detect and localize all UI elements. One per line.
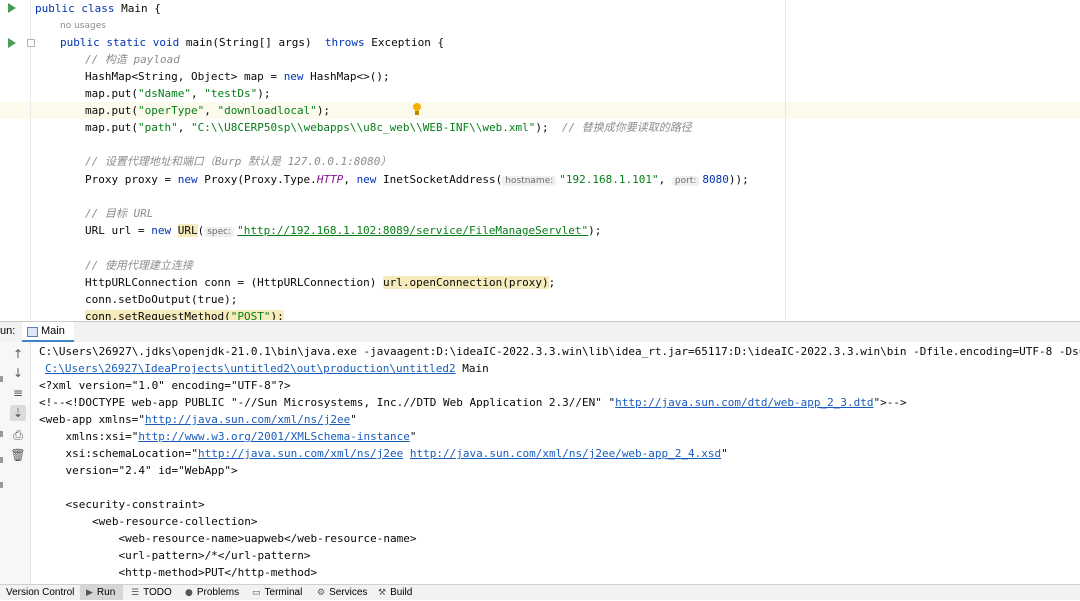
code-line-put-path: map.put("path", "C:\\U8CERP50sp\\webapps… xyxy=(85,121,692,134)
console-line: C:\Users\26927\.jdks\openjdk-21.0.1\bin\… xyxy=(39,345,1080,358)
code-line-map-new: HashMap<String, Object> map = new HashMa… xyxy=(85,70,390,83)
console-line: <url-pattern>/*</url-pattern> xyxy=(39,549,311,562)
terminal-tab[interactable]: ▭ Terminal xyxy=(252,585,302,600)
run-window-label: un: xyxy=(0,325,16,337)
classpath-link[interactable]: C:\Users\26927\IdeaProjects\untitled2\ou… xyxy=(45,362,456,375)
intention-bulb-icon[interactable] xyxy=(412,103,422,117)
console-line: <http-method>PUT</http-method> xyxy=(39,566,318,579)
tool-window-bar: Version Control ▶ Run ☰ TODO ● Problems ▭ Te… xyxy=(0,584,1080,600)
dtd-link[interactable]: http://java.sun.com/dtd/web-app_2_3.dtd xyxy=(615,396,873,409)
schema-link[interactable]: http://java.sun.com/xml/ns/j2ee xyxy=(198,447,403,460)
console-output[interactable]: C:\Users\26927\.jdks\openjdk-21.0.1\bin\… xyxy=(31,342,1080,584)
xsi-link[interactable]: http://www.w3.org/2001/XMLSchema-instanc… xyxy=(138,430,410,443)
scroll-to-end-icon[interactable]: ⇣ xyxy=(10,405,26,421)
console-line: <web-resource-name>uapweb</web-resource-… xyxy=(39,532,417,545)
run-main-icon[interactable] xyxy=(8,38,16,48)
edge-marker xyxy=(0,482,3,488)
version-control-tab[interactable]: Version Control xyxy=(6,585,74,600)
right-margin-guide xyxy=(785,0,786,320)
services-tab[interactable]: ⚙ Services xyxy=(317,585,367,600)
scroll-up-icon[interactable]: ↑ xyxy=(10,346,26,362)
console-line: version="2.4" id="WebApp"> xyxy=(39,464,238,477)
editor-gutter xyxy=(0,0,30,320)
problems-tab[interactable]: ● Problems xyxy=(185,585,239,600)
console-line: <web-app xmlns="http://java.sun.com/xml/… xyxy=(39,413,357,426)
fold-icon[interactable] xyxy=(27,39,35,47)
console-line: <web-resource-collection> xyxy=(39,515,258,528)
run-toolbar: ↑ ↓ ≡ ⇣ ⎙ 🗑 xyxy=(0,342,31,584)
schema-xsd-link[interactable]: http://java.sun.com/xml/ns/j2ee/web-app_… xyxy=(410,447,721,460)
print-icon[interactable]: ⎙ xyxy=(10,427,26,443)
todo-tab[interactable]: ☰ TODO xyxy=(131,585,172,600)
console-line: xsi:schemaLocation="http://java.sun.com/… xyxy=(39,447,728,460)
console-line: <!--<!DOCTYPE web-app PUBLIC "-//Sun Mic… xyxy=(39,396,907,409)
code-editor[interactable]: public class Main { no usages public sta… xyxy=(0,0,1080,320)
param-hint: hostname: xyxy=(502,176,557,186)
xmlns-link[interactable]: http://java.sun.com/xml/ns/j2ee xyxy=(145,413,350,426)
code-comment: // 构造 payload xyxy=(85,53,180,66)
code-line-put-opertype: map.put("operType", "downloadlocal"); xyxy=(85,104,331,117)
run-window-header: un: Main xyxy=(0,321,1080,343)
gutter-divider xyxy=(30,0,31,320)
run-class-icon[interactable] xyxy=(8,3,16,13)
code-line-set-output: conn.setDoOutput(true); xyxy=(85,293,238,306)
build-tab[interactable]: ⚒ Build xyxy=(378,585,412,600)
param-hint: spec: xyxy=(204,227,235,237)
code-comment: // 使用代理建立连接 xyxy=(85,259,193,272)
code-line-class-decl: public class Main { xyxy=(35,2,161,15)
code-line-proxy: Proxy proxy = new Proxy(Proxy.Type.HTTP,… xyxy=(85,173,749,186)
console-line: <?xml version="1.0" encoding="UTF-8"?> xyxy=(39,379,291,392)
run-tab-label: Main xyxy=(41,325,65,337)
caret-row-gutter xyxy=(0,102,30,119)
code-comment: // 设置代理地址和端口（Burp 默认是 127.0.0.1:8080） xyxy=(85,155,392,168)
trash-icon[interactable]: 🗑 xyxy=(10,447,26,463)
edge-marker xyxy=(0,457,3,463)
code-line-main-decl: public static void main(String[] args) t… xyxy=(60,36,445,49)
soft-wrap-icon[interactable]: ≡ xyxy=(10,385,26,401)
edge-marker xyxy=(0,431,3,437)
code-line-url: URL url = new URL(spec: "http://192.168.1… xyxy=(85,224,602,237)
run-config-icon xyxy=(27,327,38,337)
console-line: xmlns:xsi="http://www.w3.org/2001/XMLSch… xyxy=(39,430,417,443)
run-tab-main[interactable]: Main xyxy=(22,322,74,342)
edge-marker xyxy=(0,376,3,382)
code-line-put-dsname: map.put("dsName", "testDs"); xyxy=(85,87,271,100)
code-line-open-connection: HttpURLConnection conn = (HttpURLConnect… xyxy=(85,276,556,289)
console-line: <security-constraint> xyxy=(39,498,205,511)
code-comment: // 目标 URL xyxy=(85,207,154,220)
param-hint: port: xyxy=(671,176,700,186)
scroll-down-icon[interactable]: ↓ xyxy=(10,365,26,381)
run-tool-tab[interactable]: ▶ Run xyxy=(80,585,124,600)
console-line: C:\Users\26927\IdeaProjects\untitled2\ou… xyxy=(45,362,489,375)
code-line-set-method: conn.setRequestMethod("POST"); xyxy=(85,308,284,320)
usages-hint[interactable]: no usages xyxy=(60,18,106,35)
